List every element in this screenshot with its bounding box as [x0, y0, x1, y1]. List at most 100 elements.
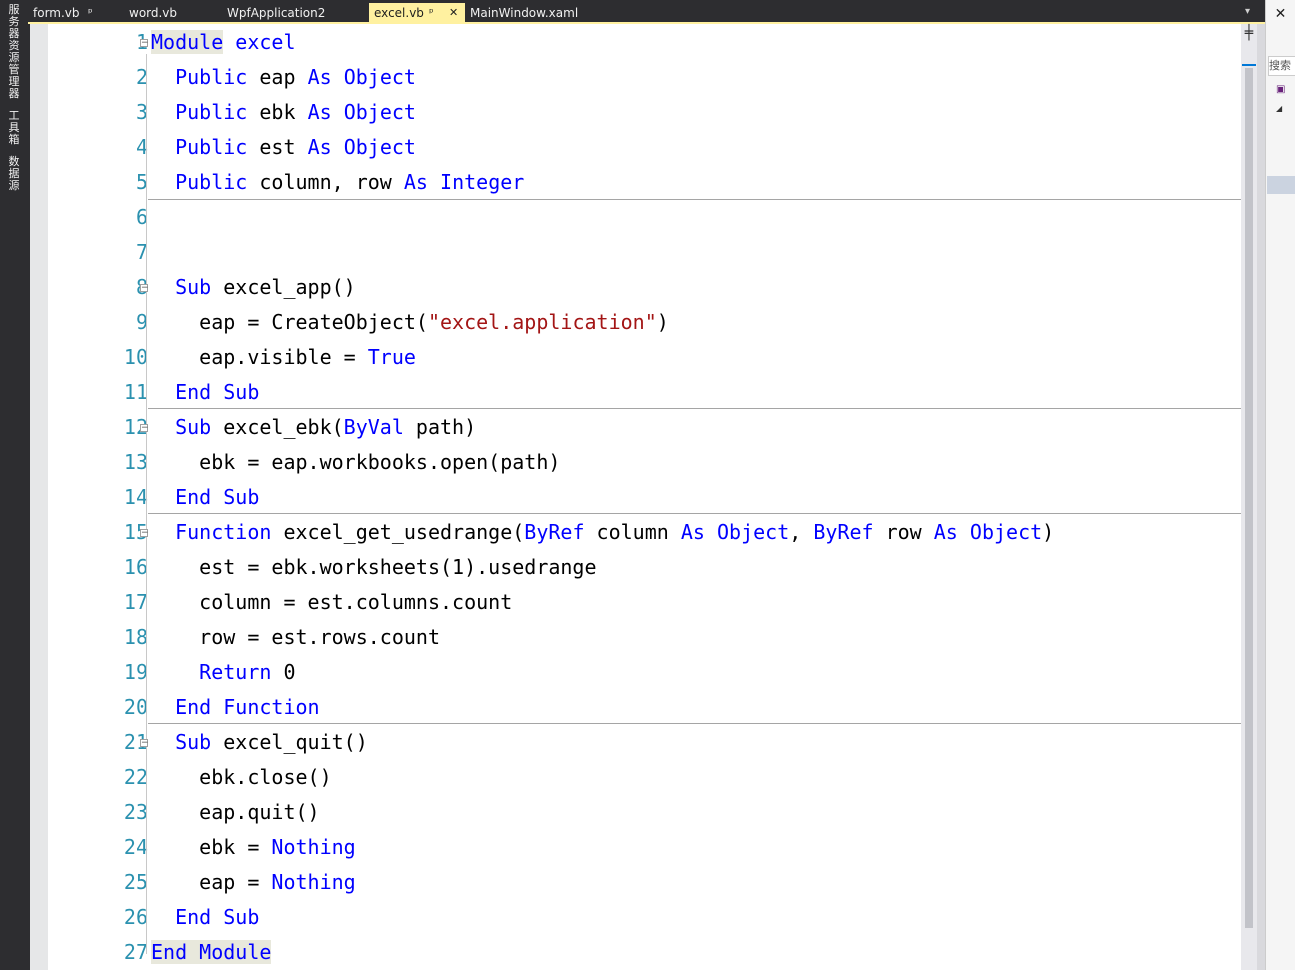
code-token: ebk = eap.workbooks.open(path) [151, 450, 561, 474]
line-number: 21 [123, 730, 148, 754]
code-token: excel_ebk( [211, 415, 344, 439]
code-line[interactable]: est = ebk.worksheets(1).usedrange [151, 550, 596, 585]
solution-explorer-panel: ✕ 搜索 ▣ ◢ [1265, 0, 1295, 970]
code-token: ) [656, 310, 669, 334]
code-line[interactable]: eap.visible = True [151, 340, 416, 375]
line-number: 13 [123, 450, 148, 474]
code-line[interactable]: Public eap As Object [151, 60, 416, 95]
code-token: Object [343, 65, 416, 89]
code-line[interactable]: eap = Nothing [151, 865, 356, 900]
code-line[interactable]: column = est.columns.count [151, 585, 512, 620]
scrollbar-margin [1257, 24, 1265, 970]
code-token: Sub [175, 275, 212, 299]
code-token: ebk.close() [151, 765, 332, 789]
line-number: 27 [123, 940, 148, 964]
collapse-icon[interactable]: − [140, 424, 149, 433]
code-token: "excel.application" [427, 310, 657, 334]
code-line[interactable]: ebk.close() [151, 760, 332, 795]
close-icon[interactable]: ✕ [449, 3, 458, 23]
server-explorer-tab[interactable]: 服务器资源管理器 [5, 4, 23, 100]
vertical-scrollbar[interactable]: ╪ [1241, 24, 1257, 970]
tab-word-vb[interactable]: word.vb [124, 3, 222, 24]
code-token: End [175, 905, 212, 929]
code-line[interactable]: Sub excel_app() [151, 270, 356, 305]
tab-label: excel.vb [374, 6, 424, 20]
code-editor[interactable]: 1234567891011121314151617181920212223242… [30, 24, 1241, 970]
code-line[interactable]: Public column, row As Integer [151, 165, 524, 200]
code-line[interactable]: Function excel_get_usedrange(ByRef colum… [151, 515, 1054, 550]
toolbox-tab[interactable]: 工具箱 [5, 110, 23, 146]
line-number: 7 [135, 240, 148, 264]
code-line[interactable]: Public est As Object [151, 130, 416, 165]
code-token: ByRef [813, 520, 874, 544]
code-line[interactable]: End Function [151, 690, 320, 725]
code-line[interactable]: Public ebk As Object [151, 95, 416, 130]
code-line[interactable]: End Sub [151, 480, 259, 515]
line-number: 15 [123, 520, 148, 544]
collapse-icon[interactable]: − [140, 39, 149, 48]
code-line[interactable]: row = est.rows.count [151, 620, 440, 655]
code-line[interactable]: eap.quit() [151, 795, 319, 830]
tab-excel-vb[interactable]: excel.vb ᵖ ✕ [369, 3, 465, 24]
vb-file-icon[interactable]: ▣ [1276, 84, 1288, 95]
code-token: ByRef [524, 520, 585, 544]
line-number: 12 [123, 415, 148, 439]
code-token: excel_quit() [211, 730, 368, 754]
line-number: 25 [123, 870, 148, 894]
pin-icon[interactable]: ᵖ [429, 3, 434, 23]
chevron-down-icon[interactable]: ▾ [1245, 6, 1250, 17]
code-token: As [403, 170, 428, 194]
selected-item[interactable] [1267, 176, 1295, 194]
code-token: Public [175, 65, 248, 89]
code-line[interactable]: End Module [151, 935, 272, 970]
code-line[interactable]: ebk = eap.workbooks.open(path) [151, 445, 560, 480]
scrollbar-thumb[interactable] [1245, 68, 1253, 928]
pin-icon[interactable]: ᵖ [88, 3, 93, 23]
line-number: 14 [123, 485, 148, 509]
code-line[interactable]: Return 0 [151, 655, 295, 690]
code-token: Sub [175, 730, 212, 754]
code-line[interactable]: End Sub [151, 375, 259, 410]
document-tab-bar: form.vb ᵖ word.vb WpfApplication2 excel.… [28, 0, 1265, 24]
code-token: Object [343, 100, 416, 124]
tab-mainwindow-xaml[interactable]: MainWindow.xaml [465, 3, 623, 24]
code-token: row [873, 520, 934, 544]
tab-form-vb[interactable]: form.vb ᵖ [28, 3, 124, 24]
line-number: 11 [123, 380, 148, 404]
code-token: Sub [175, 415, 212, 439]
code-token: Object [969, 520, 1043, 544]
code-line[interactable]: Sub excel_ebk(ByVal path) [151, 410, 476, 445]
search-box[interactable]: 搜索 [1268, 56, 1295, 76]
tab-wpfapplication2[interactable]: WpfApplication2 [222, 3, 368, 24]
split-icon[interactable]: ╪ [1242, 26, 1256, 40]
code-line[interactable]: eap = CreateObject("excel.application") [151, 305, 669, 340]
code-token: column, row [247, 170, 404, 194]
tab-label: form.vb [33, 6, 80, 20]
collapse-icon[interactable]: − [140, 284, 149, 293]
data-sources-tab[interactable]: 数据源 [5, 156, 23, 192]
collapse-icon[interactable]: − [140, 529, 149, 538]
code-line[interactable]: End Sub [151, 900, 259, 935]
line-number: 1 [48, 25, 148, 60]
close-icon[interactable]: ✕ [1266, 4, 1295, 24]
code-token: As [680, 520, 705, 544]
code-token: Function [175, 520, 272, 544]
line-number: 10 [123, 345, 148, 369]
line-number: 9 [135, 310, 148, 334]
code-line[interactable]: Sub excel_quit() [151, 725, 368, 760]
code-line[interactable]: ebk = Nothing [151, 830, 356, 865]
code-token: End [175, 485, 212, 509]
code-line[interactable]: Module excel [151, 25, 296, 60]
expand-arrow-icon[interactable]: ◢ [1276, 104, 1282, 113]
collapse-icon[interactable]: − [140, 739, 149, 748]
